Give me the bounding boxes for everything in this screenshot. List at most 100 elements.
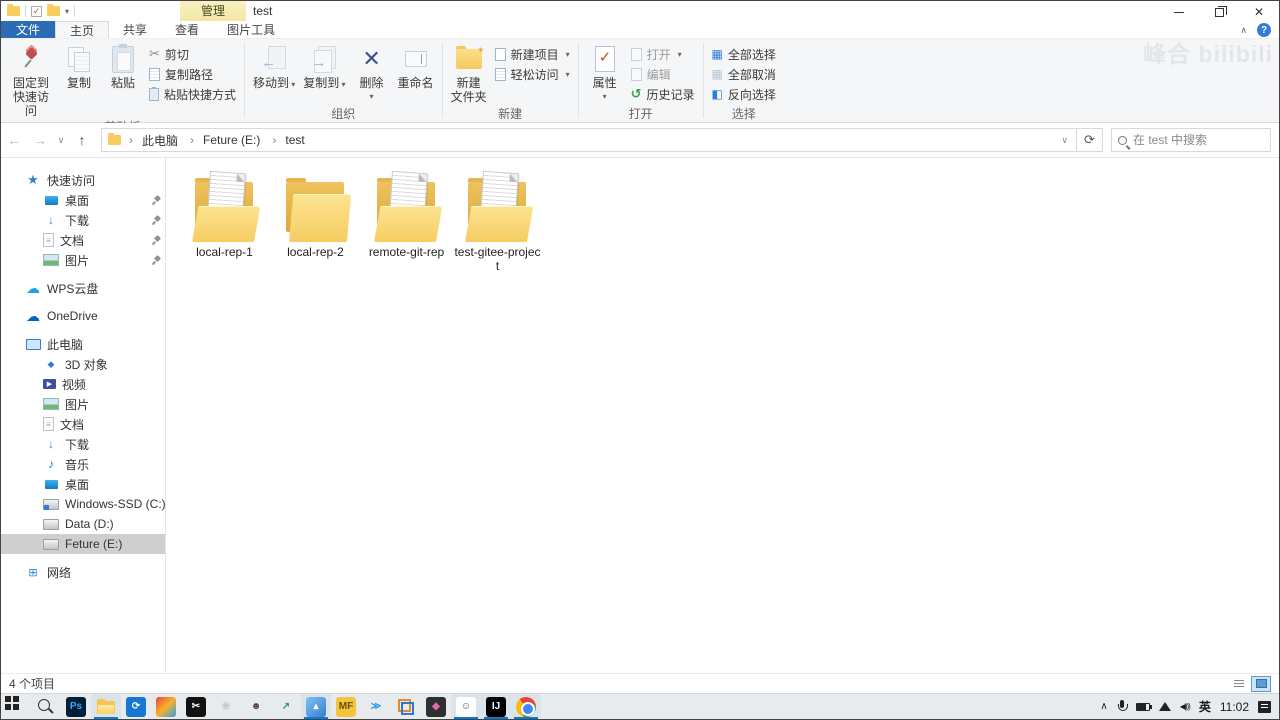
paste-button[interactable]: 粘贴 [101, 41, 145, 90]
up-button[interactable]: ↑ [69, 132, 95, 148]
address-dropdown-icon[interactable]: ∨ [1055, 135, 1074, 146]
copy-button[interactable]: 复制 [57, 41, 101, 90]
help-icon[interactable]: ? [1257, 23, 1271, 37]
sidebar-item[interactable]: 此电脑 [1, 334, 165, 354]
forward-button[interactable]: → [27, 132, 53, 148]
close-button[interactable]: ✕ [1239, 1, 1279, 23]
delete-button[interactable]: ✕ 删除 [350, 41, 394, 104]
paste-shortcut-button[interactable]: 粘贴快捷方式 [145, 84, 240, 104]
sidebar-item[interactable]: 图片 [1, 394, 165, 414]
sidebar-item[interactable]: ⊞ 网络 [1, 562, 165, 582]
folder-tile[interactable]: remote-git-rep [361, 166, 452, 273]
flower-app[interactable]: ❀ [211, 694, 241, 719]
new-item-button[interactable]: 新建项目 [491, 44, 574, 64]
wifi-icon[interactable] [1158, 702, 1171, 711]
photos-app[interactable]: ▴ [301, 694, 331, 719]
properties-button[interactable]: 属性 [583, 41, 627, 104]
folder-tile[interactable]: test-gitee-project [452, 166, 543, 273]
easy-access-button[interactable]: 轻松访问 [491, 64, 574, 84]
photoshop-app[interactable]: Ps [61, 694, 91, 719]
sidebar-item[interactable]: Data (D:) [1, 514, 165, 534]
chrome-app[interactable] [511, 694, 541, 719]
sidebar-item[interactable]: Feture (E:) [1, 534, 165, 554]
address-bar[interactable]: 此电脑Feture (E:)test ∨ [101, 128, 1077, 152]
stocks-app[interactable]: ↗ [271, 694, 301, 719]
sidebar-item[interactable]: ◆ 3D 对象 [1, 354, 165, 374]
breadcrumb-item[interactable]: test [266, 133, 310, 147]
move-to-button[interactable]: ← 移动到 [249, 41, 299, 92]
select-none-button[interactable]: ▦ 全部取消 [708, 64, 780, 84]
tab-view[interactable]: 查看 [161, 21, 213, 38]
sidebar-item[interactable]: ↓ 下载 [1, 434, 165, 454]
minimize-button[interactable] [1159, 1, 1199, 23]
contextual-tab-manage[interactable]: 管理 [180, 1, 246, 21]
sidebar-item[interactable]: ≡ 文档 [1, 414, 165, 434]
new-folder-button[interactable]: 新建 文件夹 [447, 41, 491, 104]
history-button[interactable]: ↺ 历史记录 [627, 84, 699, 104]
taskbar-search[interactable] [31, 694, 61, 719]
speaker-icon[interactable]: ◀))) [1180, 702, 1191, 711]
contacts-app[interactable]: ☻ [241, 694, 271, 719]
copy-to-button[interactable]: → 复制到 [299, 41, 349, 92]
breadcrumb-item[interactable]: 此电脑 [123, 132, 184, 149]
microphone-icon[interactable] [1117, 700, 1128, 713]
file-list-area[interactable]: local-rep-1 local-rep-2 remote-git-rep t… [166, 158, 1279, 673]
sidebar-item-label: Feture (E:) [65, 537, 123, 551]
dark-app[interactable]: ◆ [421, 694, 451, 719]
ime-indicator[interactable]: 英 [1199, 698, 1211, 715]
sidebar-item[interactable]: Windows-SSD (C:) [1, 494, 165, 514]
tray-expand-icon[interactable]: ∧ [1100, 701, 1107, 712]
open-button[interactable]: 打开 [627, 44, 699, 64]
file-explorer-app[interactable] [91, 694, 121, 719]
customize-qat-caret-icon[interactable]: ▾ [65, 7, 69, 16]
invert-selection-button[interactable]: ◧ 反向选择 [708, 84, 780, 104]
properties-qat-icon[interactable]: ✓ [31, 5, 42, 17]
recent-locations-caret-icon[interactable]: ∨ [53, 135, 69, 146]
sync-app[interactable]: ⟳ [121, 694, 151, 719]
rename-button[interactable]: 重命名 [394, 41, 438, 90]
copy-path-button[interactable]: 复制路径 [145, 64, 240, 84]
sidebar-item[interactable]: 图片 [1, 250, 165, 270]
intellij-app[interactable]: IJ [481, 694, 511, 719]
folder-tile[interactable]: local-rep-2 [270, 166, 361, 273]
edit-button[interactable]: 编辑 [627, 64, 699, 84]
smiley-app[interactable]: ☺ [451, 694, 481, 719]
select-all-button[interactable]: ▦ 全部选择 [708, 44, 780, 64]
cut-button[interactable]: ✂ 剪切 [145, 44, 240, 64]
sidebar-item[interactable]: ↓ 下载 [1, 210, 165, 230]
sidebar-item[interactable]: 桌面 [1, 190, 165, 210]
details-view-button[interactable] [1229, 676, 1249, 692]
start-button[interactable] [1, 694, 31, 719]
folder-tile[interactable]: local-rep-1 [179, 166, 270, 273]
media-app[interactable] [151, 694, 181, 719]
status-bar: 4 个项目 [1, 673, 1279, 693]
sidebar-item[interactable]: ▶ 视频 [1, 374, 165, 394]
breadcrumb-item[interactable]: Feture (E:) [184, 133, 266, 147]
mf-app[interactable]: MF [331, 694, 361, 719]
new-folder-qat-icon[interactable] [47, 4, 60, 16]
collapse-ribbon-icon[interactable]: ∧ [1240, 25, 1247, 36]
tab-share[interactable]: 共享 [109, 21, 161, 38]
sidebar-item[interactable]: ≡ 文档 [1, 230, 165, 250]
maximize-button[interactable] [1199, 1, 1239, 23]
large-icons-view-button[interactable] [1251, 675, 1271, 692]
battery-icon[interactable] [1135, 702, 1152, 711]
tab-picture-tools[interactable]: 图片工具 [213, 21, 289, 38]
pin-to-quick-access-button[interactable]: 固定到 快速访问 [5, 41, 57, 118]
clock[interactable]: 11:02 [1220, 700, 1249, 714]
sidebar-item[interactable]: 桌面 [1, 474, 165, 494]
capcut-app[interactable]: ✂ [181, 694, 211, 719]
docs-app[interactable] [391, 694, 421, 719]
search-input[interactable] [1133, 133, 1243, 147]
tab-file[interactable]: 文件 [1, 21, 56, 38]
sidebar-item[interactable]: ♪ 音乐 [1, 454, 165, 474]
search-box[interactable] [1111, 128, 1271, 152]
notification-center-icon[interactable] [1258, 700, 1271, 713]
back-button[interactable]: ← [1, 132, 27, 148]
tab-home[interactable]: 主页 [55, 21, 110, 38]
sidebar-item[interactable]: ☁ OneDrive [1, 306, 165, 326]
sidebar-item[interactable]: ☁ WPS云盘 [1, 278, 165, 298]
thunder-app[interactable]: ≫ [361, 694, 391, 719]
sidebar-item[interactable]: ★ 快速访问 [1, 170, 165, 190]
refresh-button[interactable]: ⟳ [1077, 128, 1103, 152]
